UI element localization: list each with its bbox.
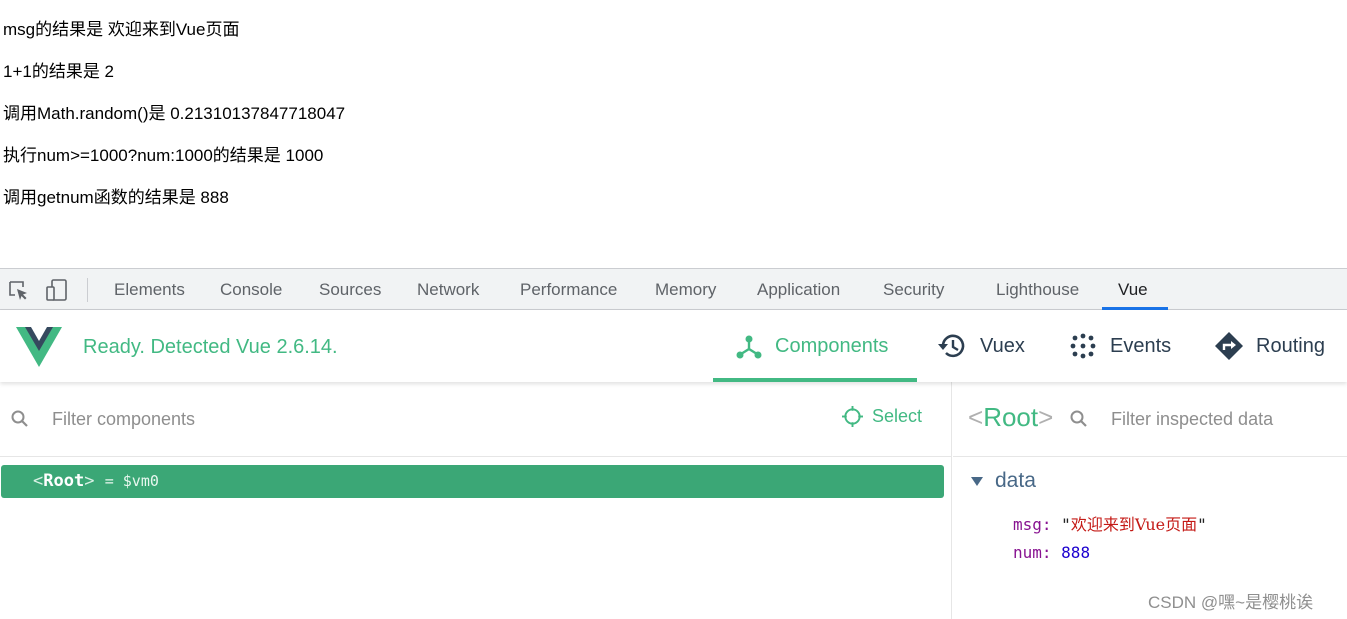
nav-vuex-label: Vuex <box>980 334 1025 357</box>
tab-vue[interactable]: Vue <box>1118 269 1148 310</box>
vue-detected-status: Ready. Detected Vue 2.6.14. <box>83 336 338 358</box>
nav-routing[interactable]: Routing <box>1214 310 1325 382</box>
inspector-title: <Root> <box>968 402 1053 433</box>
prop-key: num: <box>1013 543 1052 562</box>
output-line-msg: msg的结果是 欢迎来到Vue页面 <box>3 20 240 39</box>
tree-vm-ref: = $vm0 <box>104 472 159 490</box>
search-icon <box>11 410 28 427</box>
inspector-header: <Root> <box>953 382 1347 457</box>
filter-inspected-data-input[interactable] <box>1109 406 1339 432</box>
tab-console[interactable]: Console <box>220 269 282 310</box>
history-icon <box>938 334 965 358</box>
prop-row-num[interactable]: num: 888 <box>1013 543 1090 562</box>
tree-close-bracket: > <box>84 471 95 491</box>
nav-events[interactable]: Events <box>1068 310 1171 382</box>
tab-network[interactable]: Network <box>417 269 479 310</box>
select-component-button[interactable]: Select <box>842 406 922 427</box>
crosshair-icon <box>842 406 863 427</box>
tab-sources[interactable]: Sources <box>319 269 381 310</box>
nav-routing-label: Routing <box>1256 334 1325 357</box>
collapse-arrow-icon <box>971 476 983 486</box>
data-section-label: data <box>995 469 1036 492</box>
tab-application[interactable]: Application <box>757 269 840 310</box>
tab-elements[interactable]: Elements <box>114 269 185 310</box>
tab-lighthouse[interactable]: Lighthouse <box>996 269 1079 310</box>
tab-performance[interactable]: Performance <box>520 269 617 310</box>
tab-security[interactable]: Security <box>883 269 944 310</box>
component-tree-row-root[interactable]: <Root> = $vm0 <box>1 465 944 498</box>
components-icon <box>736 335 762 359</box>
tree-open-bracket: < <box>33 471 44 491</box>
inspector-close-bracket: > <box>1038 402 1054 432</box>
output-line-random: 调用Math.random()是 0.21310137847718047 <box>3 104 346 123</box>
csdn-watermark: CSDN @嘿~是樱桃诶 <box>1148 593 1314 612</box>
select-label: Select <box>872 406 923 426</box>
routing-diamond-icon <box>1215 332 1243 360</box>
prop-row-msg[interactable]: msg: "欢迎来到Vue页面" <box>1013 511 1207 535</box>
tree-component-name: Root <box>43 471 85 491</box>
events-dots-icon <box>1070 333 1096 359</box>
page-output: msg的结果是 欢迎来到Vue页面 1+1的结果是 2 调用Math.rando… <box>0 0 1347 268</box>
output-line-getnum: 调用getnum函数的结果是 888 <box>3 188 229 207</box>
nav-components[interactable]: Components <box>735 310 888 382</box>
prop-value: 欢迎来到Vue页面 <box>1070 515 1198 534</box>
device-toolbar-icon[interactable] <box>45 278 69 302</box>
prop-value: 888 <box>1061 543 1091 562</box>
devtools-tab-bar: Elements Console Sources Network Perform… <box>0 268 1347 310</box>
vue-devtools-header: Ready. Detected Vue 2.6.14. Components V… <box>0 310 1347 382</box>
components-pane: Select <Root> = $vm0 <box>0 382 952 619</box>
inspector-pane: <Root> data msg: "欢迎来到Vue页面" num: 888 <box>953 382 1347 619</box>
nav-components-label: Components <box>775 334 889 357</box>
toolbar-divider <box>87 278 88 302</box>
search-icon <box>1070 410 1087 427</box>
filter-components-input[interactable] <box>50 406 650 432</box>
data-section-toggle[interactable]: data <box>971 469 1036 493</box>
components-filter-bar: Select <box>0 382 952 457</box>
nav-vuex[interactable]: Vuex <box>936 310 1025 382</box>
tab-memory[interactable]: Memory <box>655 269 716 310</box>
prop-key: msg: <box>1013 515 1052 534</box>
active-nav-indicator <box>713 378 917 382</box>
inspector-open-bracket: < <box>968 402 984 432</box>
inspect-element-icon[interactable] <box>6 278 30 302</box>
output-line-ternary: 执行num>=1000?num:1000的结果是 1000 <box>3 146 324 165</box>
nav-events-label: Events <box>1110 334 1172 357</box>
vue-logo-icon <box>16 327 62 367</box>
inspector-component-name: Root <box>983 402 1039 432</box>
output-line-sum: 1+1的结果是 2 <box>3 62 115 81</box>
